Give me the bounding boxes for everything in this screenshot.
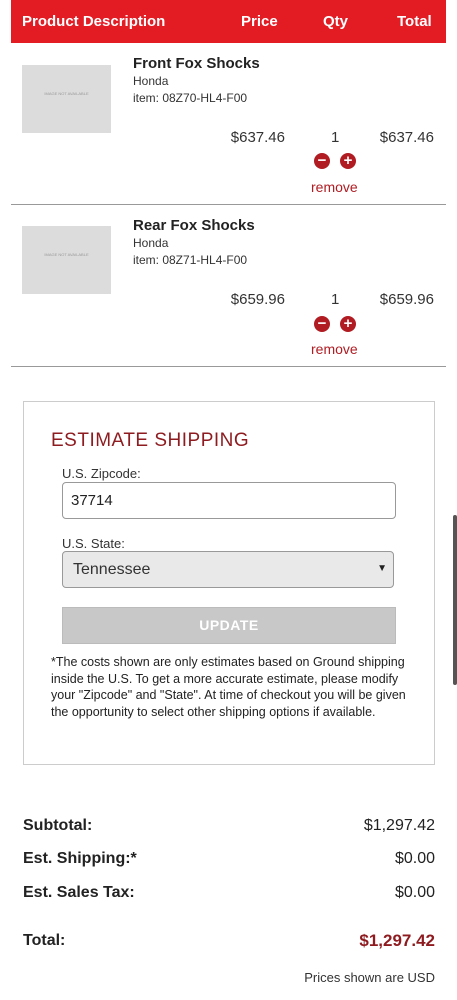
minus-circle-icon[interactable]: − [314, 153, 330, 169]
est-shipping-value: $0.00 [394, 850, 435, 867]
product-image-placeholder[interactable]: IMAGE NOT AVAILABLE [22, 226, 111, 294]
header-total: Total [397, 13, 432, 30]
subtotal-label: Subtotal: [23, 817, 93, 834]
subtotal-value: $1,297.42 [363, 817, 435, 834]
shipping-disclaimer: *The costs shown are only estimates base… [51, 655, 406, 719]
remove-link[interactable]: remove [311, 179, 358, 195]
est-shipping-label: Est. Shipping:* [23, 850, 137, 867]
product-price: $659.96 [230, 291, 285, 308]
product-brand: Honda [133, 236, 169, 250]
product-qty: 1 [331, 291, 340, 308]
plus-circle-icon[interactable]: + [340, 153, 356, 169]
cart-item-row: IMAGE NOT AVAILABLE Front Fox Shocks Hon… [11, 43, 446, 205]
header-product-description: Product Description [22, 13, 166, 30]
header-price: Price [241, 13, 278, 30]
state-select[interactable]: Tennessee ▼ [62, 551, 394, 588]
plus-circle-icon[interactable]: + [340, 316, 356, 332]
est-sales-tax-value: $0.00 [394, 884, 435, 901]
product-image-placeholder[interactable]: IMAGE NOT AVAILABLE [22, 65, 111, 133]
product-item-number: item: 08Z71-HL4-F00 [133, 253, 248, 267]
currency-note: Prices shown are USD [304, 970, 435, 985]
minus-circle-icon[interactable]: − [314, 316, 330, 332]
estimate-shipping-panel: ESTIMATE SHIPPING U.S. Zipcode: U.S. Sta… [23, 401, 435, 765]
total-label: Total: [23, 932, 66, 949]
state-label: U.S. State: [62, 536, 125, 551]
cart-table-header: Product Description Price Qty Total [11, 0, 446, 43]
update-button[interactable]: UPDATE [62, 607, 396, 644]
zipcode-input[interactable] [62, 482, 396, 519]
caret-down-icon: ▼ [377, 563, 387, 574]
total-value: $1,297.42 [359, 931, 435, 950]
product-item-number: item: 08Z70-HL4-F00 [133, 91, 248, 105]
product-brand: Honda [133, 74, 169, 88]
page-scrollbar[interactable] [453, 515, 457, 685]
zipcode-label: U.S. Zipcode: [62, 466, 141, 481]
estimate-shipping-title: ESTIMATE SHIPPING [51, 430, 250, 451]
product-total: $659.96 [379, 291, 434, 308]
est-sales-tax-label: Est. Sales Tax: [23, 884, 135, 901]
cart-item-row: IMAGE NOT AVAILABLE Rear Fox Shocks Hond… [11, 205, 446, 367]
state-select-value: Tennessee [73, 561, 151, 578]
product-qty: 1 [331, 129, 340, 146]
product-name[interactable]: Rear Fox Shocks [133, 217, 255, 234]
remove-link[interactable]: remove [311, 341, 358, 357]
product-name[interactable]: Front Fox Shocks [133, 55, 260, 72]
product-price: $637.46 [230, 129, 285, 146]
header-qty: Qty [323, 13, 349, 30]
product-total: $637.46 [379, 129, 434, 146]
